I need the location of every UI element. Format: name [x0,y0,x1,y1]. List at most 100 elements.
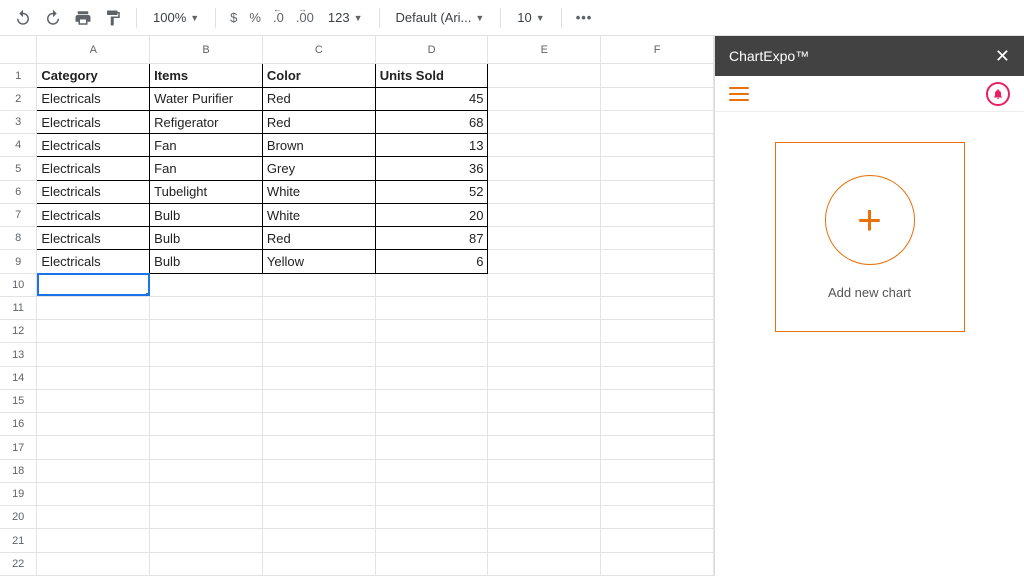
cell[interactable] [375,320,488,343]
cell[interactable] [150,506,263,529]
cell[interactable] [150,552,263,575]
cell[interactable] [150,413,263,436]
cell[interactable] [37,529,150,552]
cell[interactable] [262,552,375,575]
cell[interactable] [375,506,488,529]
cell[interactable] [150,320,263,343]
cell[interactable] [375,459,488,482]
cell[interactable] [375,389,488,412]
increase-decimal-button[interactable]: .00→ [292,10,318,25]
cell[interactable] [488,366,601,389]
cell[interactable] [601,180,714,203]
cell[interactable] [601,250,714,273]
cell[interactable] [37,366,150,389]
cell[interactable] [488,273,601,296]
cell[interactable] [150,273,263,296]
cell[interactable] [488,87,601,110]
cell[interactable]: Color [262,64,375,87]
cell[interactable] [488,134,601,157]
cell[interactable]: Fan [150,157,263,180]
cell[interactable] [375,482,488,505]
cell[interactable] [601,436,714,459]
cell[interactable] [262,389,375,412]
cell[interactable] [601,87,714,110]
cell[interactable] [601,110,714,133]
spreadsheet[interactable]: ABCDEF1CategoryItemsColorUnits Sold2Elec… [0,36,714,576]
cell[interactable] [488,203,601,226]
row-header[interactable]: 6 [0,180,37,203]
menu-icon[interactable] [729,87,749,101]
cell[interactable]: Electricals [37,134,150,157]
cell[interactable] [488,413,601,436]
cell[interactable] [37,552,150,575]
cell[interactable]: Electricals [37,227,150,250]
cell[interactable] [601,413,714,436]
cell[interactable] [488,459,601,482]
cell[interactable]: Category [37,64,150,87]
cell[interactable] [601,529,714,552]
cell[interactable]: 36 [375,157,488,180]
cell[interactable]: Bulb [150,203,263,226]
cell[interactable] [488,110,601,133]
cell[interactable] [150,529,263,552]
more-toolbar-button[interactable]: ••• [572,10,597,25]
cell[interactable]: Electricals [37,180,150,203]
cell[interactable] [375,413,488,436]
row-header[interactable]: 4 [0,134,37,157]
cell[interactable] [488,250,601,273]
cell[interactable]: Electricals [37,250,150,273]
cell[interactable]: 13 [375,134,488,157]
cell[interactable] [375,552,488,575]
cell[interactable] [488,506,601,529]
cell[interactable]: Bulb [150,227,263,250]
cell[interactable] [488,320,601,343]
cell[interactable]: White [262,180,375,203]
cell[interactable]: Electricals [37,87,150,110]
cell[interactable]: Electricals [37,203,150,226]
row-header[interactable]: 7 [0,203,37,226]
cell[interactable] [37,506,150,529]
cell[interactable]: 87 [375,227,488,250]
row-header[interactable]: 12 [0,320,37,343]
cell[interactable]: 45 [375,87,488,110]
cell[interactable] [601,459,714,482]
cell[interactable]: Red [262,110,375,133]
cell[interactable] [488,227,601,250]
row-header[interactable]: 15 [0,389,37,412]
cell[interactable] [150,366,263,389]
cell[interactable]: Refigerator [150,110,263,133]
paint-format-icon[interactable] [100,5,126,31]
cell[interactable] [37,413,150,436]
row-header[interactable]: 16 [0,413,37,436]
cell[interactable] [262,296,375,319]
row-header[interactable]: 11 [0,296,37,319]
zoom-dropdown[interactable]: 100% ▼ [147,5,205,31]
cell[interactable] [488,157,601,180]
cell[interactable]: 52 [375,180,488,203]
cell[interactable] [601,273,714,296]
cell[interactable]: Tubelight [150,180,263,203]
row-header[interactable]: 17 [0,436,37,459]
cell[interactable] [37,459,150,482]
cell[interactable] [37,482,150,505]
cell[interactable] [488,296,601,319]
cell[interactable] [375,273,488,296]
cell[interactable] [262,320,375,343]
cell[interactable] [488,389,601,412]
print-icon[interactable] [70,5,96,31]
cell[interactable] [262,366,375,389]
cell[interactable]: Items [150,64,263,87]
cell[interactable] [150,296,263,319]
cell[interactable]: Bulb [150,250,263,273]
cell[interactable]: Electricals [37,157,150,180]
row-header[interactable]: 14 [0,366,37,389]
cell[interactable] [37,436,150,459]
cell[interactable] [262,506,375,529]
column-header[interactable]: E [488,36,601,64]
cell[interactable]: Brown [262,134,375,157]
row-header[interactable]: 22 [0,552,37,575]
cell[interactable] [375,436,488,459]
column-header[interactable]: F [601,36,714,64]
cell[interactable] [262,343,375,366]
cell[interactable] [262,529,375,552]
